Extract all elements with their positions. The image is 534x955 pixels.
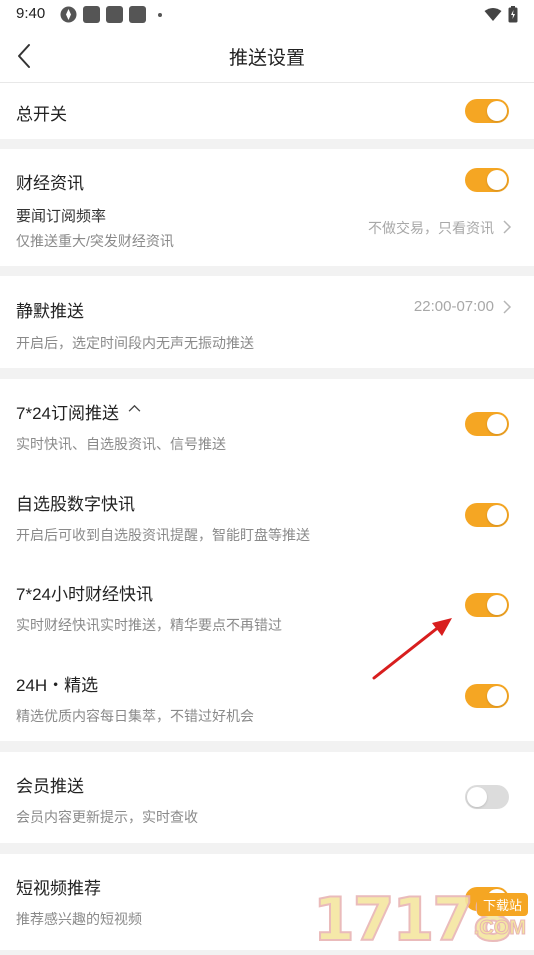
- status-time: 9:40: [16, 5, 46, 22]
- chevron-up-icon[interactable]: [128, 404, 141, 413]
- subscribe-724-label[interactable]: 7*24订阅推送: [16, 399, 119, 424]
- more-notifications-icon: [158, 12, 162, 17]
- status-notification-icons: [60, 6, 162, 23]
- member-push-desc: 会员内容更新提示，实时查收: [16, 809, 198, 825]
- master-switch-label: 总开关: [16, 105, 67, 124]
- master-switch-toggle[interactable]: [465, 99, 509, 123]
- subscription-group: 7*24订阅推送 实时快讯、自选股资讯、信号推送 自选股数字快讯 开启后可收到自…: [0, 379, 534, 741]
- master-switch-row: 总开关: [0, 83, 534, 139]
- silent-push-time: 22:00-07:00: [413, 298, 494, 315]
- title-bar: 推送设置: [0, 30, 534, 83]
- silent-push-label: 静默推送: [16, 302, 84, 321]
- status-bar: 9:40: [0, 0, 534, 30]
- notification-icon: [129, 6, 146, 23]
- toggle-knob: [487, 414, 507, 434]
- notification-icon: [83, 6, 100, 23]
- watchlist-desc: 开启后可收到自选股资讯提醒，智能盯盘等推送: [16, 527, 310, 543]
- chevron-right-icon: [503, 220, 512, 234]
- short-video-toggle[interactable]: [465, 887, 509, 911]
- member-push-row: 会员推送 会员内容更新提示，实时查收: [0, 752, 534, 843]
- silent-push-row[interactable]: 静默推送 22:00-07:00 开启后，选定时间段内无声无振动推送: [0, 276, 534, 368]
- finance-news-toggle[interactable]: [465, 168, 509, 192]
- short-video-label: 短视频推荐: [16, 879, 101, 898]
- news-724-desc: 实时财经快讯实时推送，精华要点不再错过: [16, 617, 282, 633]
- short-video-row: 短视频推荐 推荐感兴趣的短视频: [0, 854, 534, 950]
- finance-news-section: 财经资讯 要闻订阅频率 仅推送重大/突发财经资讯 不做交易，只看资讯: [0, 149, 534, 266]
- page-title: 推送设置: [228, 48, 305, 69]
- frequency-label: 要闻订阅频率: [16, 208, 107, 225]
- finance-news-label: 财经资讯: [16, 174, 84, 193]
- toggle-knob: [487, 170, 507, 190]
- toggle-knob: [487, 101, 507, 121]
- toggle-knob: [487, 595, 507, 615]
- chevron-right-icon: [503, 300, 512, 314]
- app-notification-icon: [60, 6, 77, 23]
- selected-24h-toggle[interactable]: [465, 684, 509, 708]
- news-724-label: 7*24小时财经快讯: [16, 585, 153, 604]
- frequency-value: 不做交易，只看资讯: [368, 220, 494, 236]
- notification-icon: [106, 6, 123, 23]
- selected-24h-label: 24H・精选: [16, 676, 99, 695]
- member-push-toggle[interactable]: [465, 785, 509, 809]
- short-video-desc: 推荐感兴趣的短视频: [16, 911, 142, 927]
- toggle-knob: [487, 686, 507, 706]
- selected-24h-desc: 精选优质内容每日集萃，不错过好机会: [16, 708, 254, 724]
- news-724-toggle[interactable]: [465, 593, 509, 617]
- watchlist-toggle[interactable]: [465, 503, 509, 527]
- subscribe-724-toggle[interactable]: [465, 412, 509, 436]
- member-push-label: 会员推送: [16, 777, 84, 796]
- frequency-desc: 仅推送重大/突发财经资讯: [16, 233, 174, 249]
- subscribe-724-desc: 实时快讯、自选股资讯、信号推送: [16, 436, 226, 452]
- toggle-knob: [487, 505, 507, 525]
- watchlist-label: 自选股数字快讯: [16, 495, 135, 514]
- toggle-knob: [487, 889, 507, 909]
- toggle-knob: [467, 787, 487, 807]
- battery-icon: [508, 6, 518, 23]
- wifi-icon: [484, 7, 502, 21]
- silent-push-desc: 开启后，选定时间段内无声无振动推送: [16, 335, 254, 351]
